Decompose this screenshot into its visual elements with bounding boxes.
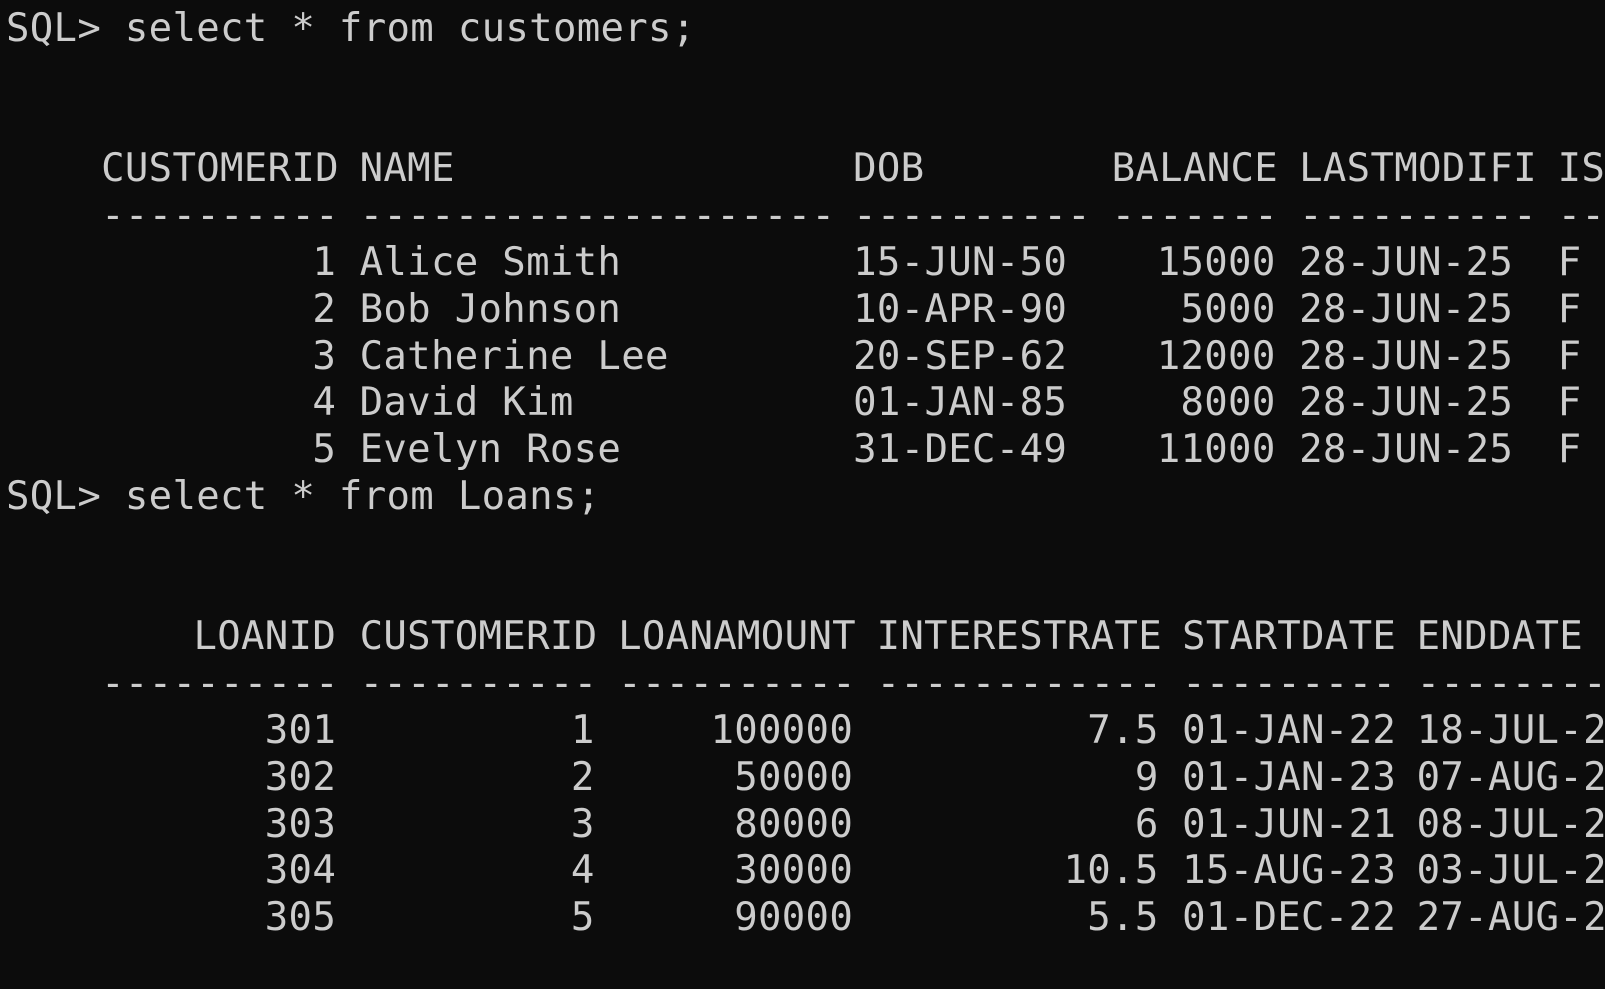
cell-dob: 01-JAN-85 [853,380,1068,426]
cell-name: Evelyn Rose [359,427,622,473]
cell-enddate: 03-JUL-25 [1416,848,1605,894]
cell-name: David Kim [359,380,574,426]
separator: --------- [1416,661,1605,707]
cell-enddate: 27-AUG-25 [1416,895,1605,941]
cell-dob: 10-APR-90 [853,286,1068,332]
cell-balance: 8000 [1180,380,1276,426]
cell-loanamount: 30000 [734,848,854,894]
cell-enddate: 07-AUG-25 [1416,754,1605,800]
column-header-name: NAME [359,146,455,192]
separator: ---------- [853,193,1091,239]
cell-loanamount: 90000 [734,895,854,941]
cell-interestrate: 7.5 [1087,707,1159,753]
sql-command-line: SQL> select * from customers; [6,6,696,51]
cell-customerid: 5 [312,427,337,473]
separator: ------- [1111,193,1279,239]
separator: ------------ [876,661,1162,707]
separator: ---------- [1299,193,1537,239]
cell-customerid: 1 [312,239,337,285]
cell-isv: F [1557,427,1582,473]
cell-dob: 20-SEP-62 [853,333,1068,379]
column-header-customerid: CUSTOMERID [101,146,339,192]
column-header-balance: BALANCE [1111,146,1279,192]
separator: ---------- [101,661,339,707]
cell-customerid: 2 [570,754,595,800]
separator: --- [1557,193,1605,239]
cell-isv: F [1557,333,1582,379]
separator: ---------- [618,661,856,707]
cell-loanamount: 80000 [734,801,854,847]
cell-name: Bob Johnson [359,286,622,332]
cell-interestrate: 5.5 [1087,895,1159,941]
cell-interestrate: 6 [1134,801,1159,847]
cell-dob: 15-JUN-50 [853,239,1068,285]
loans-header-row: LOANID CUSTOMERID LOANAMOUNT INTERESTRATE ST… [6,568,1605,659]
separator: ---------- [101,193,339,239]
column-header-enddate: ENDDATE [1416,614,1584,660]
cell-loanid: 303 [264,801,337,847]
cell-loanid: 302 [264,754,337,800]
cell-lastmodified: 28-JUN-25 [1299,286,1514,332]
column-header-customerid: CUSTOMERID [359,614,598,660]
cell-customerid: 3 [312,333,337,379]
cell-enddate: 08-JUL-25 [1416,801,1605,847]
cell-customerid: 2 [312,286,337,332]
cell-lastmodified: 28-JUN-25 [1299,380,1514,426]
terminal-window[interactable]: SQL> select * from customers; CUSTOMERID… [0,0,1605,940]
cell-interestrate: 9 [1134,754,1159,800]
customers-header-row: CUSTOMERID NAME DOB BALANCE LASTMODIFI ISV [6,100,1605,191]
cell-enddate: 18-JUL-25 [1416,707,1605,753]
column-header-startdate: STARTDATE [1182,614,1397,660]
cell-lastmodified: 28-JUN-25 [1299,333,1514,379]
column-header-loanamount: LOANAMOUNT [618,614,856,660]
cell-loanid: 304 [264,848,337,894]
cell-name: Catherine Lee [359,333,669,379]
cell-startdate: 15-AUG-23 [1182,848,1397,894]
cell-loanamount: 50000 [734,754,854,800]
cell-isv: F [1557,286,1582,332]
cell-customerid: 3 [570,801,595,847]
cell-startdate: 01-DEC-22 [1182,895,1397,941]
cell-dob: 31-DEC-49 [853,427,1068,473]
column-header-interestrate: INTERESTRATE [876,614,1162,660]
cell-lastmodified: 28-JUN-25 [1299,239,1514,285]
column-header-dob: DOB [853,146,925,192]
cell-balance: 15000 [1156,239,1276,285]
cell-isv: F [1557,380,1582,426]
cell-isv: F [1557,239,1582,285]
cell-loanamount: 100000 [710,707,854,753]
cell-startdate: 01-JAN-22 [1182,707,1397,753]
column-header-isv: ISV [1557,146,1605,192]
cell-loanid: 305 [264,895,337,941]
cell-customerid: 5 [570,895,595,941]
cell-startdate: 01-JAN-23 [1182,754,1397,800]
column-header-loanid: LOANID [193,614,337,660]
separator: -------------------- [359,193,836,239]
cell-loanid: 301 [264,707,337,753]
cell-customerid: 1 [570,707,595,753]
cell-interestrate: 10.5 [1063,848,1159,894]
cell-customerid: 4 [570,848,595,894]
cell-balance: 12000 [1156,333,1276,379]
cell-startdate: 01-JUN-21 [1182,801,1397,847]
separator: ---------- [359,661,598,707]
cell-balance: 5000 [1180,286,1276,332]
column-header-lastmodified: LASTMODIFI [1299,146,1537,192]
cell-lastmodified: 28-JUN-25 [1299,427,1514,473]
cell-name: Alice Smith [359,239,622,285]
cell-balance: 11000 [1156,427,1276,473]
cell-customerid: 4 [312,380,337,426]
separator: --------- [1182,661,1397,707]
sql-command-line: SQL> select * from Loans; [6,473,601,519]
